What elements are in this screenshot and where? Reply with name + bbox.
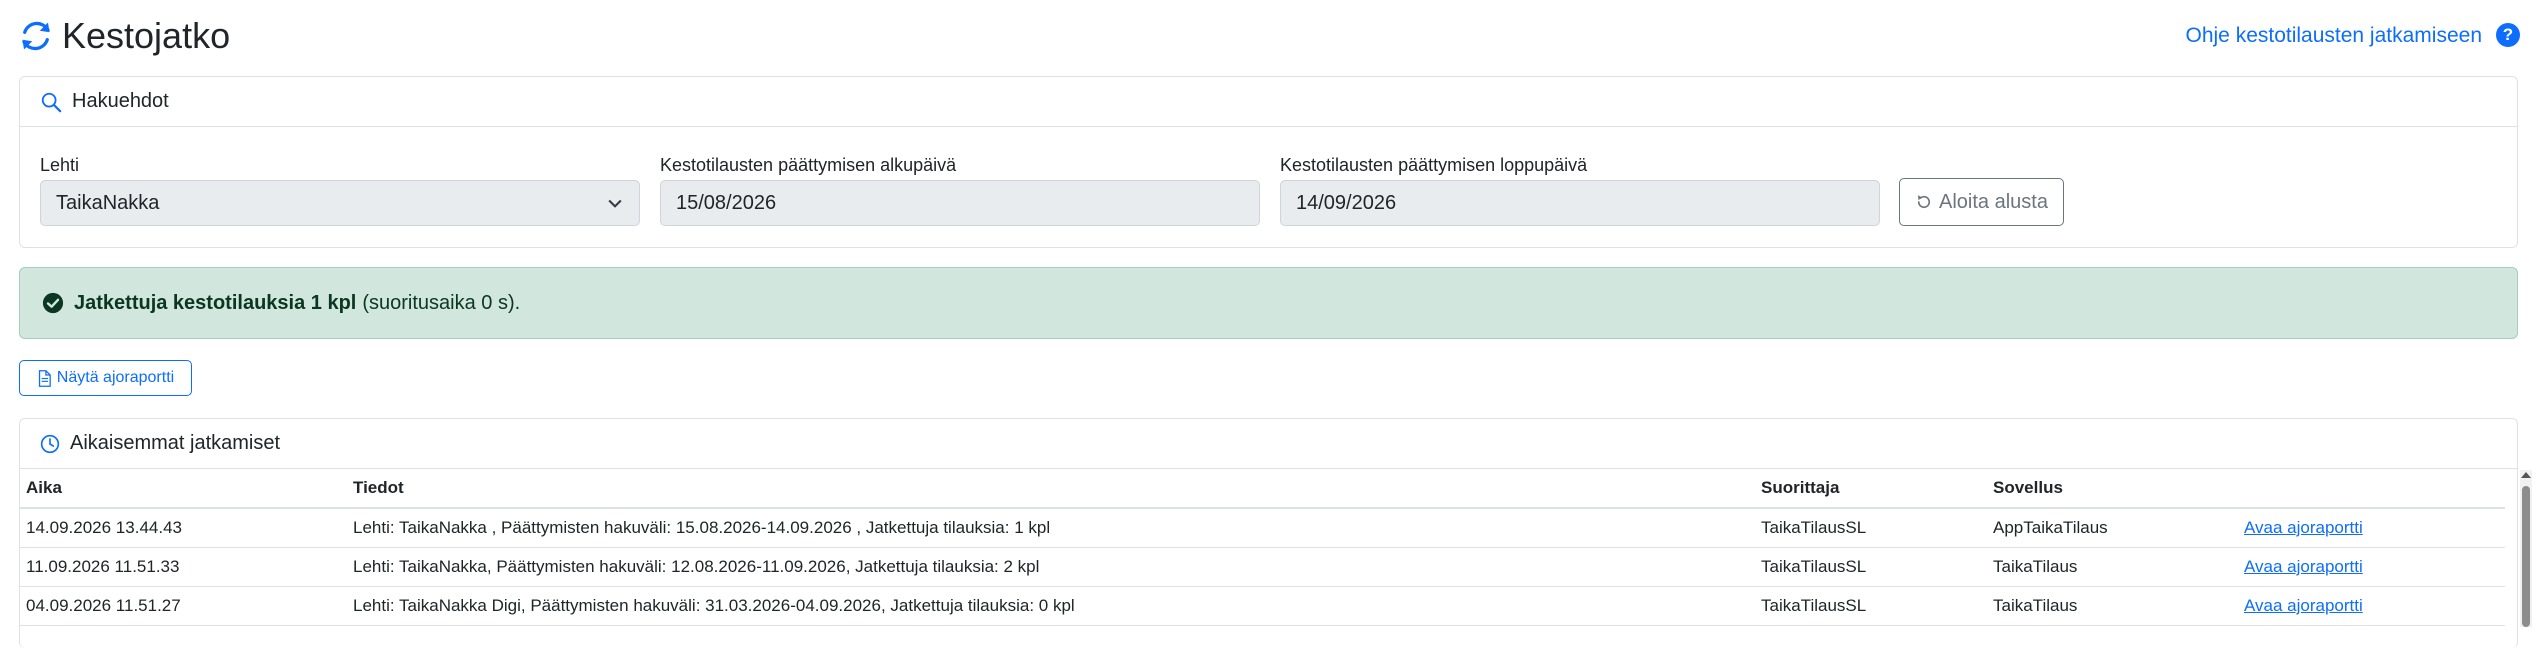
end-date-label: Kestotilausten päättymisen loppupäivä: [1280, 155, 1588, 175]
history-card-header: Aikaisemmat jatkamiset: [20, 419, 2517, 469]
success-alert: Jatkettuja kestotilauksia 1 kpl (suoritu…: [19, 267, 2518, 339]
column-header-executor: Suorittaja: [1755, 469, 1987, 509]
cell-executor: TaikaTilausSL: [1755, 508, 1987, 548]
search-card-title: Hakuehdot: [72, 90, 169, 112]
history-table: Aika Tiedot Suorittaja Sovellus 14.09.20…: [20, 469, 2505, 626]
refresh-icon: [22, 21, 50, 51]
scroll-up-arrow-icon[interactable]: [2521, 472, 2531, 478]
cell-executor: TaikaTilausSL: [1755, 586, 1987, 626]
cell-time: 04.09.2026 11.51.27: [20, 586, 347, 626]
paper-label: Lehti: [40, 155, 80, 175]
table-row: 04.09.2026 11.51.27 Lehti: TaikaNakka Di…: [20, 586, 2505, 626]
cell-application: AppTaikaTilaus: [1987, 508, 2238, 548]
paper-select-value: TaikaNakka: [56, 191, 160, 214]
start-date-value: 15/08/2026: [676, 191, 777, 214]
cell-executor: TaikaTilausSL: [1755, 547, 1987, 587]
help-icon[interactable]: ?: [2496, 23, 2520, 47]
document-icon: [38, 369, 51, 387]
scrollbar-thumb[interactable]: [2522, 486, 2530, 627]
paper-select[interactable]: TaikaNakka: [40, 180, 640, 226]
column-header-application: Sovellus: [1987, 469, 2238, 509]
page-title: Kestojatko: [62, 15, 231, 56]
help-link[interactable]: Ohje kestotilausten jatkamiseen: [2186, 22, 2483, 50]
column-header-details: Tiedot: [347, 469, 1755, 509]
open-report-link[interactable]: Avaa ajoraportti: [2244, 557, 2363, 576]
end-date-value: 14/09/2026: [1296, 191, 1397, 214]
check-circle-icon: [42, 292, 64, 314]
column-header-time: Aika: [20, 469, 347, 509]
cell-details: Lehti: TaikaNakka Digi, Päättymisten hak…: [347, 586, 1755, 626]
chevron-down-icon: [608, 199, 622, 208]
end-date-input[interactable]: 14/09/2026: [1280, 180, 1880, 226]
open-report-link[interactable]: Avaa ajoraportti: [2244, 518, 2363, 537]
reset-button[interactable]: Aloita alusta: [1899, 178, 2064, 226]
cell-details: Lehti: TaikaNakka, Päättymisten hakuväli…: [347, 547, 1755, 587]
search-card-header: Hakuehdot: [20, 77, 2517, 127]
clock-icon: [40, 434, 60, 453]
cell-application: TaikaTilaus: [1987, 547, 2238, 587]
start-date-label: Kestotilausten päättymisen alkupäivä: [660, 155, 957, 175]
column-header-actions: [2238, 469, 2505, 509]
search-icon: [41, 92, 62, 112]
reset-icon: [1917, 195, 1931, 209]
table-row: 14.09.2026 13.44.43 Lehti: TaikaNakka , …: [20, 508, 2505, 548]
history-table-header-row: Aika Tiedot Suorittaja Sovellus: [20, 469, 2505, 509]
cell-time: 11.09.2026 11.51.33: [20, 547, 347, 587]
show-report-label: Näytä ajoraportti: [56, 369, 175, 386]
open-report-link[interactable]: Avaa ajoraportti: [2244, 596, 2363, 615]
cell-time: 14.09.2026 13.44.43: [20, 508, 347, 548]
table-row: 11.09.2026 11.51.33 Lehti: TaikaNakka, P…: [20, 547, 2505, 587]
reset-button-label: Aloita alusta: [1939, 190, 2048, 213]
show-report-button[interactable]: Näytä ajoraportti: [19, 360, 192, 396]
cell-application: TaikaTilaus: [1987, 586, 2238, 626]
history-card-title: Aikaisemmat jatkamiset: [70, 432, 281, 454]
alert-strong-text: Jatkettuja kestotilauksia 1 kpl: [74, 291, 357, 314]
start-date-input[interactable]: 15/08/2026: [660, 180, 1260, 226]
history-card: Aikaisemmat jatkamiset Aika Tiedot Suori…: [19, 418, 2518, 648]
table-scrollbar[interactable]: [2520, 470, 2532, 627]
cell-details: Lehti: TaikaNakka , Päättymisten hakuväl…: [347, 508, 1755, 548]
alert-text: (suoritusaika 0 s).: [362, 291, 521, 314]
